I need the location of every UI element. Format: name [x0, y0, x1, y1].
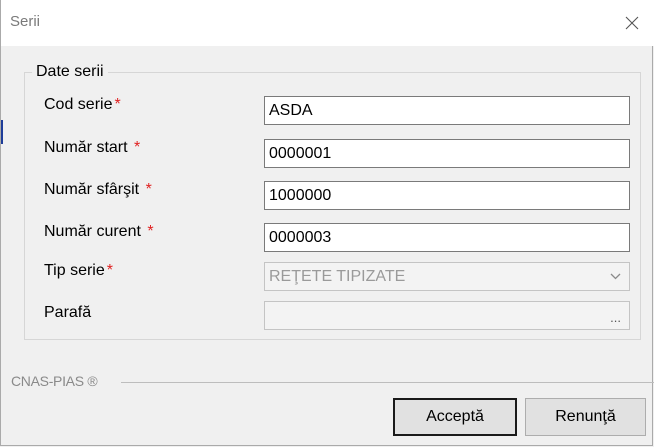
window-title: Serii [10, 13, 41, 30]
parafa-label: Parafă [44, 304, 92, 321]
required-marker: * [147, 223, 154, 240]
cod-serie-input[interactable]: ASDA [264, 96, 630, 125]
chevron-down-icon [610, 263, 621, 290]
cod-serie-label: Cod serie * [44, 96, 121, 113]
focus-accent [1, 120, 3, 144]
required-marker: * [114, 96, 121, 113]
numar-curent-label: Număr curent * [44, 223, 154, 240]
accept-button[interactable]: Acceptă [393, 398, 517, 436]
numar-start-input[interactable]: 0000001 [264, 139, 630, 168]
tip-serie-selected-value: REŢETE TIPIZATE [269, 268, 406, 285]
required-marker: * [145, 181, 152, 198]
title-bar: Serii [1, 0, 654, 46]
footer-divider [121, 382, 654, 383]
numar-start-label: Număr start * [44, 139, 141, 156]
numar-curent-input[interactable]: 0000003 [264, 223, 630, 252]
parafa-input[interactable]: ... [264, 301, 630, 330]
brand-label: CNAS-PIAS ® [11, 373, 98, 389]
tip-serie-label: Tip serie * [44, 262, 113, 279]
dialog-window: Serii Date serii Cod serie * ASDA Număr s… [0, 0, 654, 446]
close-icon [625, 16, 639, 30]
required-marker: * [134, 139, 141, 156]
required-marker: * [106, 262, 113, 279]
cancel-button[interactable]: Renunţă [525, 398, 646, 436]
close-button[interactable] [609, 0, 654, 46]
tip-serie-select[interactable]: REŢETE TIPIZATE [264, 262, 630, 291]
numar-sfarsit-label: Număr sfârşit * [44, 181, 152, 198]
group-title: Date serii [32, 63, 108, 81]
numar-sfarsit-input[interactable]: 1000000 [264, 181, 630, 210]
ellipsis-button[interactable]: ... [610, 304, 621, 331]
